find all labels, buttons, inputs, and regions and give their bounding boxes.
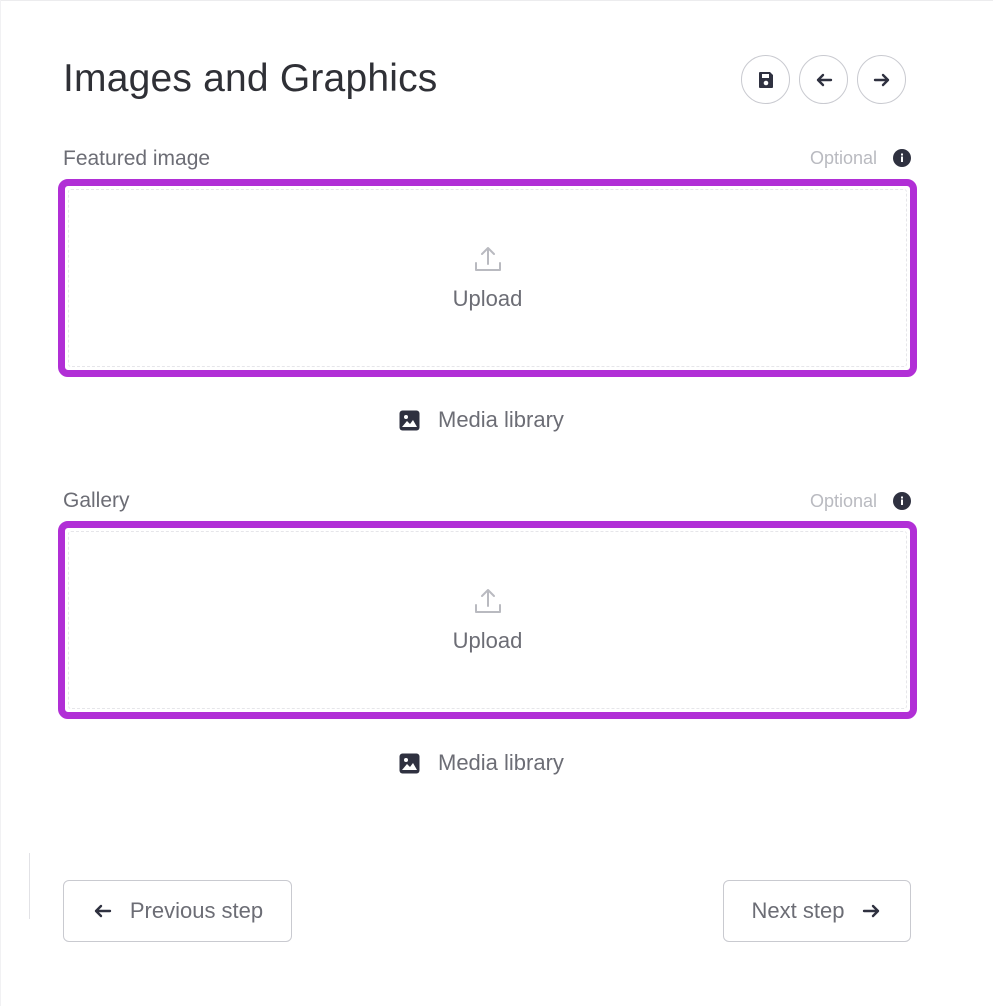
page-title: Images and Graphics <box>63 57 438 100</box>
arrow-right-icon <box>863 904 880 918</box>
upload-icon <box>474 589 501 613</box>
gallery-label: Gallery <box>63 489 130 512</box>
arrow-left-icon <box>816 73 832 86</box>
media-library-label: Media library <box>438 750 564 775</box>
frame-border-left <box>0 0 1 1006</box>
header-actions <box>741 55 906 104</box>
next-step-button[interactable]: Next step <box>723 880 911 942</box>
frame-border-top <box>0 0 993 1</box>
image-icon <box>399 753 420 773</box>
gallery-optional: Optional <box>810 489 911 513</box>
featured-image-dropzone[interactable]: Upload <box>58 179 917 377</box>
upload-label: Upload <box>452 286 523 311</box>
upload-icon <box>474 247 501 271</box>
arrow-right-icon <box>873 73 889 86</box>
media-library-label: Media library <box>438 407 564 432</box>
featured-image-optional: Optional <box>810 146 911 170</box>
previous-step-button[interactable]: Previous step <box>63 880 292 942</box>
image-icon <box>399 410 420 430</box>
gallery-dropzone[interactable]: Upload <box>58 521 917 719</box>
previous-step-label: Previous step <box>129 898 264 923</box>
info-icon[interactable] <box>893 149 911 167</box>
info-icon[interactable] <box>893 492 911 510</box>
arrow-left-icon <box>94 904 112 918</box>
previous-button[interactable] <box>799 55 848 104</box>
optional-text: Optional <box>809 491 877 511</box>
featured-image-media-library-link[interactable]: Media library <box>399 407 564 433</box>
divider <box>29 853 30 919</box>
next-step-label: Next step <box>751 898 845 923</box>
featured-image-label: Featured image <box>63 147 211 170</box>
upload-label: Upload <box>452 628 523 653</box>
gallery-media-library-link[interactable]: Media library <box>399 750 564 776</box>
optional-text: Optional <box>809 148 877 168</box>
next-button[interactable] <box>857 55 906 104</box>
save-icon <box>758 71 773 88</box>
save-button[interactable] <box>741 55 790 104</box>
